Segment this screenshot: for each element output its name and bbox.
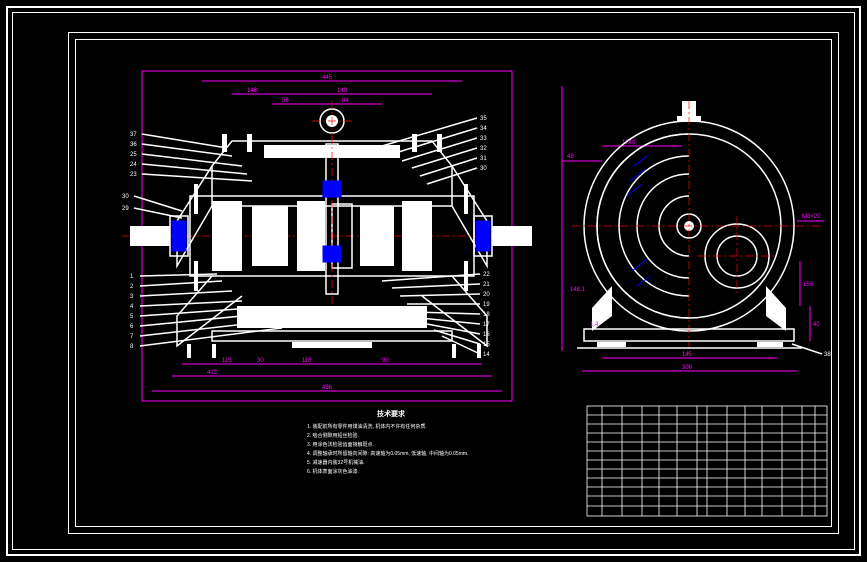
gear-3 xyxy=(297,201,325,271)
svg-text:18: 18 xyxy=(483,312,490,318)
notes-title: 技术要求 xyxy=(377,409,406,418)
d-30: 30 xyxy=(257,358,264,364)
svg-text:24: 24 xyxy=(130,162,137,168)
hatch-l1 xyxy=(172,221,186,251)
d-115: 115 xyxy=(222,358,232,364)
hatch-r1 xyxy=(476,221,490,251)
note-5: 5. 减速器内装32号机械油. xyxy=(307,459,365,466)
cad-drawing: 445 148 149 58 84 xyxy=(82,46,842,526)
shaft-right-ext xyxy=(492,226,532,246)
svg-text:37: 37 xyxy=(130,132,137,138)
drawing-area: 445 148 149 58 84 xyxy=(82,46,825,520)
svg-text:14: 14 xyxy=(483,352,490,358)
gear-5 xyxy=(402,201,432,271)
side-hatch xyxy=(627,156,650,286)
note-3: 3. 用涂色法检验齿面接触斑点. xyxy=(307,441,374,448)
bottom-block xyxy=(237,306,427,328)
d-14: 1.4 xyxy=(590,322,599,328)
svg-text:35: 35 xyxy=(480,116,487,122)
svg-text:22: 22 xyxy=(483,272,490,278)
d-436: 436 xyxy=(322,385,333,391)
svg-text:4: 4 xyxy=(130,304,134,310)
svg-text:21: 21 xyxy=(483,282,490,288)
d-150: 150 xyxy=(803,282,814,288)
svg-text:3: 3 xyxy=(130,294,134,300)
d-40: 40 xyxy=(813,322,820,328)
base-foot xyxy=(292,342,372,348)
svg-text:31: 31 xyxy=(480,156,487,162)
inner-sheet-border: 445 148 149 58 84 xyxy=(75,39,832,527)
svg-text:25: 25 xyxy=(130,152,137,158)
svg-text:5: 5 xyxy=(130,314,134,320)
svg-text:15: 15 xyxy=(483,342,490,348)
vshaft-hatch-1 xyxy=(323,181,341,197)
svg-text:19: 19 xyxy=(483,302,490,308)
d-90: 90 xyxy=(382,358,389,364)
front-view: 445 148 149 58 84 xyxy=(122,71,532,401)
dim-58: 58 xyxy=(282,98,289,104)
svg-text:17: 17 xyxy=(483,322,490,328)
svg-text:23: 23 xyxy=(130,172,137,178)
svg-text:29: 29 xyxy=(122,206,129,212)
gear-1 xyxy=(212,201,242,271)
svg-text:2: 2 xyxy=(130,284,134,290)
svg-text:30: 30 xyxy=(480,166,487,172)
svg-text:6: 6 xyxy=(130,324,134,330)
svg-text:32: 32 xyxy=(480,146,487,152)
dim-445: 445 xyxy=(322,75,333,81)
svg-text:16: 16 xyxy=(483,332,490,338)
svg-text:34: 34 xyxy=(480,126,487,132)
note-2: 2. 啮合侧隙用铅丝检验. xyxy=(307,432,359,439)
d-48: 48 xyxy=(567,154,574,160)
balloons-mid-left: 30 29 xyxy=(122,194,182,218)
note-4: 4. 调整轴承时所留轴向间隙: 高速轴为0.05mm, 低速轴, 中间轴为0.0… xyxy=(307,450,468,457)
title-block xyxy=(587,406,827,516)
drawing-sheet: 445 148 149 58 84 xyxy=(68,32,839,534)
balloons-left-top: 37 36 25 24 23 xyxy=(130,132,252,181)
svg-text:20: 20 xyxy=(483,292,490,298)
svg-text:33: 33 xyxy=(480,136,487,142)
gear-4 xyxy=(360,206,394,266)
note-1: 1. 装配前所有零件用煤油清洗, 机体内不许有任何杂质. xyxy=(307,423,427,430)
d-118: 118 xyxy=(302,358,312,364)
svg-text:36: 36 xyxy=(130,142,137,148)
dim-148: 148 xyxy=(247,88,258,94)
gear-2 xyxy=(252,206,288,266)
note-6: 6. 机体表面涂灰色油漆. xyxy=(307,468,359,475)
d-b145: 145 xyxy=(682,352,693,358)
dim-149: 149 xyxy=(337,88,348,94)
svg-text:7: 7 xyxy=(130,334,134,340)
d-412: 412 xyxy=(207,370,218,376)
d-1481: 148.1 xyxy=(570,287,586,293)
svg-text:1: 1 xyxy=(130,274,134,280)
dim-84: 84 xyxy=(342,98,349,104)
svg-text:30: 30 xyxy=(122,194,129,200)
shaft-left-ext xyxy=(130,226,170,246)
svg-text:8: 8 xyxy=(130,344,134,350)
d-b300: 300 xyxy=(682,365,693,371)
d-m8: M8×20 xyxy=(802,214,821,220)
b-38: 38 xyxy=(824,352,831,358)
side-view: 48 1240 xyxy=(562,86,831,371)
foot-right xyxy=(766,286,786,331)
vshaft-hatch-2 xyxy=(323,246,341,262)
technical-notes: 技术要求 1. 装配前所有零件用煤油清洗, 机体内不许有任何杂质. 2. 啮合侧… xyxy=(307,409,468,475)
